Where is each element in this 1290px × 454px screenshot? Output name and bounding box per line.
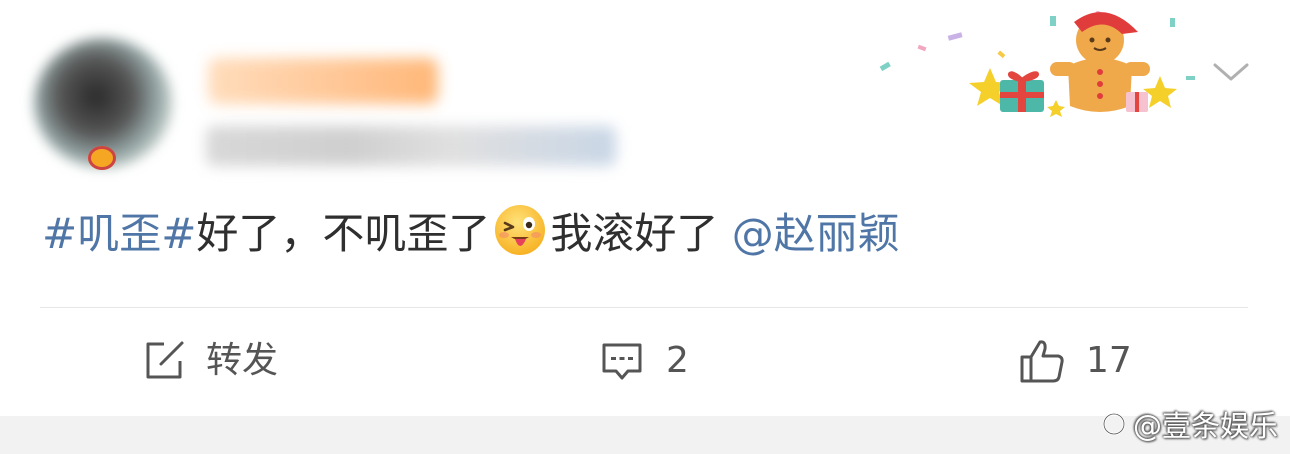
repost-button[interactable]: 转发 xyxy=(142,334,278,388)
tongue-wink-emoji-icon xyxy=(495,205,546,255)
post-meta-blurred xyxy=(206,126,616,166)
post-text-part-2: 我滚好了 xyxy=(550,209,719,258)
thumbs-up-icon xyxy=(1020,340,1064,383)
post-text: #叽歪#好了，不叽歪了 我滚好了 @赵丽颖 xyxy=(42,202,1242,266)
repost-icon xyxy=(146,341,184,379)
topic-hashtag-link[interactable]: #叽歪# xyxy=(42,209,196,258)
repost-label: 转发 xyxy=(206,340,279,381)
comment-count: 2 xyxy=(666,340,689,381)
comment-icon xyxy=(602,343,642,380)
post-text-part-1: 好了，不叽歪了 xyxy=(196,209,491,258)
weibo-post-card: #叽歪#好了，不叽歪了 我滚好了 @赵丽颖 转发 2 17 xyxy=(0,0,1290,416)
like-button[interactable]: 17 xyxy=(1018,334,1132,388)
divider xyxy=(40,307,1248,308)
bottom-gray-bar xyxy=(0,416,1290,454)
more-options-button[interactable] xyxy=(1206,54,1256,90)
user-mention-link[interactable]: @赵丽颖 xyxy=(732,209,900,258)
like-count: 17 xyxy=(1086,340,1132,381)
avatar-badge xyxy=(88,146,116,170)
username-blurred[interactable] xyxy=(208,58,438,104)
chevron-down-icon xyxy=(1213,63,1249,81)
gingerbread-decoration-icon xyxy=(879,11,1195,117)
comment-button[interactable]: 2 xyxy=(600,334,689,388)
watermark-text: @壹条娱乐 xyxy=(1132,409,1278,443)
watermark: @壹条娱乐 xyxy=(1101,404,1278,444)
weibo-logo-icon xyxy=(1102,412,1126,436)
